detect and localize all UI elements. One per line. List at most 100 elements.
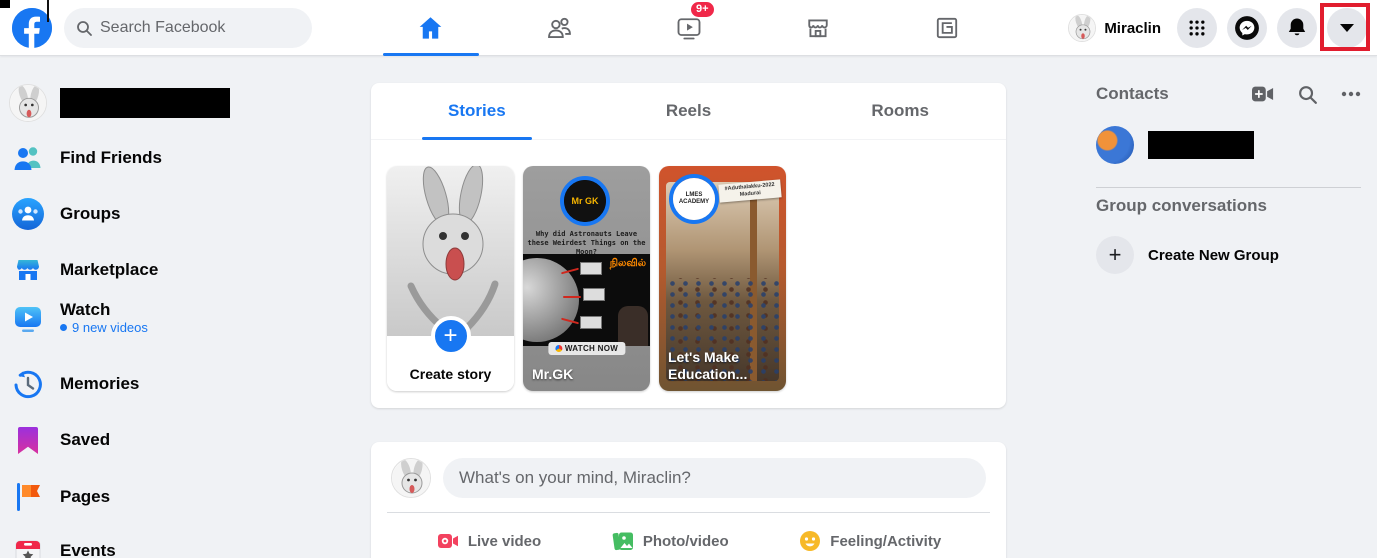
lmes-logo: LMES ACADEMY <box>673 178 715 220</box>
sidebar-item-saved[interactable]: Saved <box>0 420 330 460</box>
groups-icon <box>9 195 47 233</box>
tab-label: Stories <box>448 101 506 121</box>
create-new-group-button[interactable]: + Create New Group <box>1096 235 1361 275</box>
bunny-story-image <box>391 166 511 336</box>
contact-avatar <box>1096 126 1134 164</box>
watch-now-badge: WATCH NOW <box>548 342 625 355</box>
plus-icon: + <box>431 316 471 356</box>
whats-on-your-mind-input[interactable]: What's on your mind, Miraclin? <box>443 458 986 498</box>
tab-rooms[interactable]: Rooms <box>794 83 1006 139</box>
sidebar-item-pages[interactable]: Pages <box>0 477 330 517</box>
story-card-mrgk[interactable]: Mr GK Why did Astronauts Leave these Wei… <box>523 166 650 391</box>
composer-actions: Live video Photo/video Feeling/Activity <box>371 513 1006 558</box>
video-plus-icon <box>1252 85 1274 103</box>
live-video-button[interactable]: Live video <box>426 521 551 558</box>
new-room-button[interactable] <box>1252 85 1274 103</box>
search-contacts-button[interactable] <box>1298 85 1317 104</box>
contact-list-item[interactable] <box>1096 125 1361 165</box>
gaming-icon <box>934 15 960 41</box>
mrgk-logo: Mr GK <box>564 180 606 222</box>
create-group-label: Create New Group <box>1148 247 1279 264</box>
notifications-button[interactable] <box>1277 8 1317 48</box>
sidebar-item-profile[interactable] <box>0 83 330 123</box>
sidebar-item-watch[interactable]: Watch 9 new videos <box>0 300 330 352</box>
contacts-options-button[interactable] <box>1341 91 1361 97</box>
find-friends-icon <box>9 139 47 177</box>
action-label: Photo/video <box>643 533 729 550</box>
nav-tab-marketplace[interactable] <box>754 0 883 56</box>
account-menu-button[interactable] <box>1327 8 1367 48</box>
sidebar-item-find-friends[interactable]: Find Friends <box>0 138 330 178</box>
photo-video-button[interactable]: Photo/video <box>601 521 739 558</box>
apps-menu-button[interactable] <box>1177 8 1217 48</box>
watch-sublabel: 9 new videos <box>72 320 148 335</box>
red-arrow <box>563 296 581 298</box>
sidebar-item-label: Saved <box>60 430 110 450</box>
sidebar-item-groups[interactable]: Groups <box>0 194 330 234</box>
post-composer: What's on your mind, Miraclin? Live vide… <box>371 442 1006 558</box>
create-story-preview-image <box>387 166 514 336</box>
nav-tab-gaming[interactable] <box>883 0 1012 56</box>
facebook-logo[interactable] <box>12 8 52 48</box>
bunny-avatar-image <box>10 85 47 122</box>
contacts-title: Contacts <box>1096 84 1252 104</box>
facebook-f-icon <box>12 8 52 48</box>
tab-reels[interactable]: Reels <box>583 83 795 139</box>
sidebar-item-label: Find Friends <box>60 148 162 168</box>
create-story-card[interactable]: + Create story <box>387 166 514 391</box>
search-input[interactable] <box>100 19 290 37</box>
search-bar[interactable] <box>64 8 312 48</box>
profile-shortcut[interactable]: Miraclin <box>1066 12 1167 44</box>
messenger-button[interactable] <box>1227 8 1267 48</box>
tab-label: Reels <box>666 101 711 121</box>
friends-icon <box>546 14 574 42</box>
story-author-avatar: LMES ACADEMY <box>669 174 719 224</box>
tab-label: Rooms <box>871 101 929 121</box>
tab-stories[interactable]: Stories <box>371 83 583 139</box>
watch-icon <box>675 14 703 42</box>
plus-icon: + <box>1096 236 1134 274</box>
active-tab-underline <box>383 53 479 56</box>
topbar-actions: Miraclin <box>1066 8 1367 48</box>
sidebar-item-memories[interactable]: Memories <box>0 364 330 404</box>
messenger-icon <box>1234 15 1260 41</box>
sidebar-item-events[interactable]: Events <box>0 531 330 558</box>
nav-tab-watch[interactable]: 9+ <box>624 0 753 56</box>
story-thumbnail: நிலவில் <box>523 254 650 346</box>
nav-tab-friends[interactable] <box>495 0 624 56</box>
bell-icon <box>1286 17 1308 39</box>
sidebar-item-label: Memories <box>60 374 139 394</box>
watch-new-videos-link[interactable]: 9 new videos <box>60 320 148 335</box>
sidebar-item-label: Events <box>60 541 116 558</box>
rail-divider <box>1096 187 1361 188</box>
tamil-overlay-text: நிலவில் <box>610 258 646 270</box>
photo-video-icon <box>611 529 635 553</box>
presenter-silhouette <box>618 306 648 346</box>
profile-name: Miraclin <box>1104 20 1161 37</box>
chevron-down-icon <box>1340 24 1354 32</box>
pages-flag-icon <box>9 478 47 516</box>
apps-grid-icon <box>1187 18 1207 38</box>
thumb-frame <box>580 262 602 275</box>
feeling-smiley-icon <box>798 529 822 553</box>
watch-notification-badge: 9+ <box>691 2 714 17</box>
nav-tab-home[interactable] <box>366 0 495 56</box>
sidebar-item-label: Watch <box>60 300 148 320</box>
ellipsis-icon <box>1341 91 1361 97</box>
events-calendar-icon <box>9 532 47 558</box>
profile-avatar <box>1068 14 1096 42</box>
active-tab-underline <box>422 137 532 140</box>
composer-placeholder: What's on your mind, Miraclin? <box>459 468 691 488</box>
contacts-header: Contacts <box>1096 84 1361 104</box>
create-story-footer: + Create story <box>387 336 514 391</box>
live-video-icon <box>436 529 460 553</box>
story-card-lmes[interactable]: #Aduthalakku-2022 Madurai LMES ACADEMY L… <box>659 166 786 391</box>
stories-panel: Stories Reels Rooms <box>371 83 1006 408</box>
feeling-activity-button[interactable]: Feeling/Activity <box>788 521 951 558</box>
thumb-frame <box>583 288 605 301</box>
sidebar-item-marketplace[interactable]: Marketplace <box>0 250 330 290</box>
top-navigation-bar: 9+ <box>0 0 1377 56</box>
composer-avatar[interactable] <box>391 458 431 498</box>
story-author-name: Mr.GK <box>532 366 644 383</box>
search-icon <box>1298 85 1317 104</box>
